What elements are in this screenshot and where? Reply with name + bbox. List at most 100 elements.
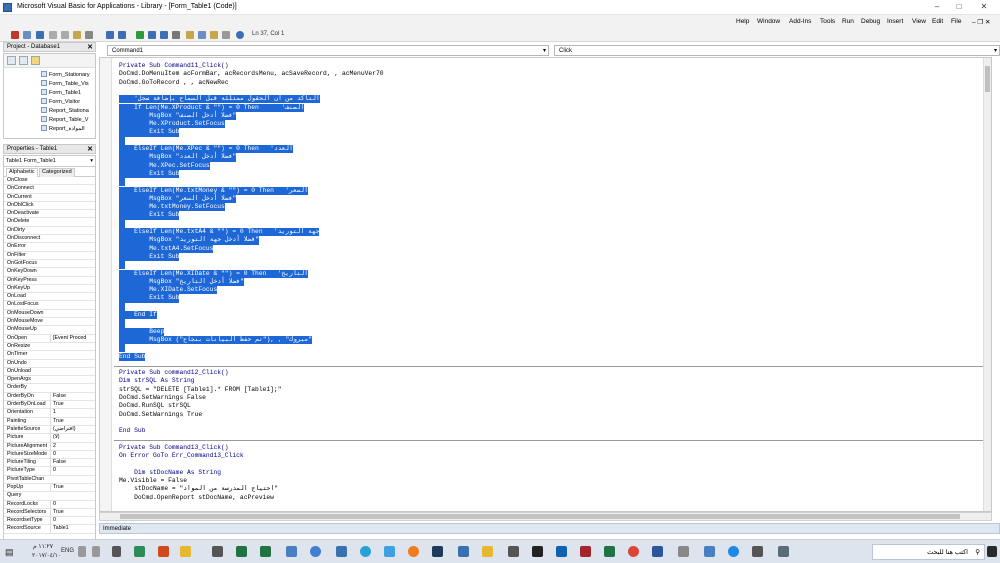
code-line[interactable]: ElseIf Len(Me.XIDate & "") = 0 Then 'الت…: [119, 269, 309, 278]
code-line[interactable]: Me.txtMoney.SetFocus: [119, 203, 225, 212]
taskbar-app-icon[interactable]: [432, 546, 443, 557]
property-value[interactable]: 0: [50, 500, 88, 509]
taskbar-app-icon[interactable]: [508, 546, 519, 557]
start-icon[interactable]: [987, 546, 997, 557]
taskbar-app-icon[interactable]: [310, 546, 321, 557]
property-value[interactable]: 0: [50, 467, 88, 475]
reset-icon[interactable]: [160, 31, 168, 39]
code-line[interactable]: Me.XIDate.SetFocus: [119, 286, 218, 295]
taskbar-app-icon[interactable]: [286, 546, 297, 557]
menu-window[interactable]: Window: [757, 18, 780, 25]
tree-item[interactable]: Form_Visitor: [41, 98, 80, 105]
property-row[interactable]: OrderByOnLoad True: [4, 401, 95, 410]
access-icon[interactable]: [580, 546, 591, 557]
property-row[interactable]: OnDelete: [4, 218, 95, 227]
property-value[interactable]: False: [50, 459, 88, 467]
excel-icon[interactable]: [236, 546, 247, 557]
copy-icon[interactable]: [61, 31, 69, 39]
code-line[interactable]: strSQL = "DELETE [Table1].* FROM [Table1…: [119, 386, 282, 394]
tree-item[interactable]: Form_Table_Vis: [41, 80, 89, 87]
property-row[interactable]: RecordLocks 0: [4, 500, 95, 509]
vertical-scrollbar[interactable]: [983, 58, 991, 511]
code-line[interactable]: Private Sub command12_Click(): [119, 369, 229, 377]
property-row[interactable]: OnClose: [4, 177, 95, 186]
firefox-icon[interactable]: [408, 546, 419, 557]
property-row[interactable]: OnDisconnect: [4, 235, 95, 244]
property-row[interactable]: PaletteSource (افتراضي): [4, 425, 95, 435]
property-row[interactable]: OpenArgs: [4, 376, 95, 385]
properties-window-icon[interactable]: [198, 31, 206, 39]
code-line[interactable]: [119, 178, 125, 187]
property-row[interactable]: OnTimer: [4, 351, 95, 360]
clock-date[interactable]: ٢٠١٧/٠٤/١٠: [32, 552, 61, 559]
object-browser-icon[interactable]: [210, 31, 218, 39]
task-view-icon[interactable]: [778, 546, 789, 557]
toolbox-icon[interactable]: [222, 31, 230, 39]
cut-icon[interactable]: [49, 31, 57, 39]
property-row[interactable]: OnUndo: [4, 360, 95, 368]
code-line[interactable]: End Sub: [119, 427, 145, 435]
code-line[interactable]: On Error GoTo Err_Command13_Click: [119, 452, 244, 460]
code-line[interactable]: Me.XPec.SetFocus: [119, 161, 210, 170]
volume-icon[interactable]: [92, 546, 100, 557]
property-value[interactable]: (افتراضي): [50, 425, 88, 434]
property-row[interactable]: OnKeyPress: [4, 277, 95, 285]
property-row[interactable]: OnLoad: [4, 293, 95, 302]
menu-debug[interactable]: Debug: [861, 18, 880, 25]
code-line[interactable]: MsgBox "فضلا أدخل الصنف": [119, 111, 237, 121]
property-value[interactable]: True: [50, 508, 88, 517]
code-line[interactable]: Exit Sub: [119, 211, 180, 220]
property-row[interactable]: OnLostFocus: [4, 301, 95, 310]
code-line[interactable]: DoCmd.RunSQL strSQL: [119, 402, 191, 410]
taskbar-app-icon[interactable]: [212, 546, 223, 557]
save-icon[interactable]: [36, 31, 44, 39]
word-icon[interactable]: [652, 546, 663, 557]
code-line[interactable]: Me.txtA4.SetFocus: [119, 244, 214, 253]
property-row[interactable]: OnDirty: [4, 227, 95, 236]
object-combo[interactable]: Command1 ▾: [107, 45, 549, 56]
insert-module-icon[interactable]: [23, 31, 31, 39]
code-line[interactable]: Exit Sub: [119, 169, 180, 179]
property-row[interactable]: OnMouseUp: [4, 326, 95, 335]
code-line[interactable]: MsgBox "فضلا أدخل التاريخ": [119, 277, 244, 287]
property-row[interactable]: OnResize: [4, 343, 95, 352]
menu-help[interactable]: Help: [736, 18, 749, 25]
menu-run[interactable]: Run: [842, 18, 854, 25]
code-line[interactable]: MsgBox "فضلا أدخل جهة التوريد": [119, 236, 260, 245]
property-row[interactable]: OnMouseDown: [4, 310, 95, 319]
taskbar-app-icon[interactable]: [752, 546, 763, 557]
menu-view[interactable]: View: [912, 18, 926, 25]
property-value[interactable]: True: [50, 417, 88, 426]
taskbar-app-icon[interactable]: [532, 546, 543, 557]
property-row[interactable]: OrderByOn False: [4, 392, 95, 402]
property-row[interactable]: PictureSizeMode 0: [4, 450, 95, 460]
clock-time[interactable]: ١١:٢٧ م: [33, 543, 53, 550]
tree-item[interactable]: Form_Table1: [41, 89, 81, 96]
code-line[interactable]: DoCmd.SetWarnings False: [119, 394, 206, 402]
tray-app-icon[interactable]: [112, 546, 121, 557]
code-editor[interactable]: Private Sub Command11_Click() DoCmd.DoMen…: [99, 57, 992, 512]
code-line[interactable]: Me.XProduct.SetFocus: [119, 120, 225, 129]
restore-icon[interactable]: – ❐ ✕: [972, 18, 991, 26]
immediate-window-header[interactable]: Immediate: [99, 523, 1000, 534]
edge-icon[interactable]: [728, 546, 739, 557]
taskbar-app-icon[interactable]: [458, 546, 469, 557]
minimize-button[interactable]: –: [928, 1, 946, 13]
property-row[interactable]: OnUnload: [4, 368, 95, 377]
object-select[interactable]: Table1 Form_Table1 ▾: [4, 156, 95, 167]
run-icon[interactable]: [136, 31, 144, 39]
code-line[interactable]: Private Sub Command13_Click(): [119, 444, 229, 452]
outlook-icon[interactable]: [556, 546, 567, 557]
property-row[interactable]: RecordSource Table1: [4, 525, 95, 534]
tree-item[interactable]: Form_Stationary: [41, 71, 90, 78]
code-line[interactable]: [119, 344, 125, 353]
property-value[interactable]: [Event Proced: [50, 334, 88, 343]
code-line[interactable]: stDocName = "احتياج المدرسة من المواد": [119, 485, 278, 493]
property-value[interactable]: 1: [50, 409, 88, 417]
property-row[interactable]: Painting True: [4, 417, 95, 426]
property-row[interactable]: PictureType 0: [4, 467, 95, 476]
taskbar-app-icon[interactable]: [384, 546, 395, 557]
tree-item[interactable]: Report_Stationa: [41, 107, 89, 114]
taskbar-app-icon[interactable]: [360, 546, 371, 557]
menu-edit[interactable]: Edit: [932, 18, 943, 25]
